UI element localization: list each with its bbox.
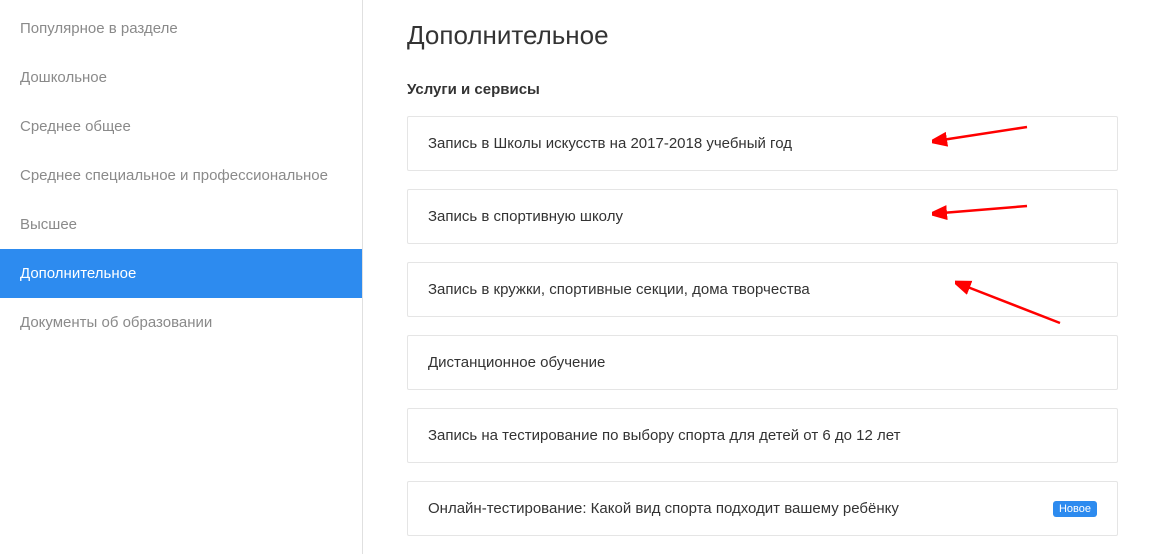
service-card-online-testing[interactable]: Онлайн-тестирование: Какой вид спорта по… xyxy=(407,481,1118,536)
annotation-arrow-3 xyxy=(955,268,1065,328)
new-badge: Новое xyxy=(1053,501,1097,517)
service-card-distance-learning[interactable]: Дистанционное обучение xyxy=(407,335,1118,390)
service-card-sport-testing[interactable]: Запись на тестирование по выбору спорта … xyxy=(407,408,1118,463)
annotation-arrow-1 xyxy=(932,122,1032,152)
sidebar-item-higher[interactable]: Высшее xyxy=(0,200,362,249)
service-label: Онлайн-тестирование: Какой вид спорта по… xyxy=(428,500,899,517)
sidebar-item-general-secondary[interactable]: Среднее общее xyxy=(0,102,362,151)
service-label: Запись в спортивную школу xyxy=(428,208,623,225)
sidebar-item-popular[interactable]: Популярное в разделе xyxy=(0,4,362,53)
sidebar-item-special-professional[interactable]: Среднее специальное и профессиональное xyxy=(0,151,362,200)
sidebar: Популярное в разделе Дошкольное Среднее … xyxy=(0,0,363,554)
section-title: Услуги и сервисы xyxy=(407,81,1118,98)
sidebar-item-additional[interactable]: Дополнительное xyxy=(0,249,362,298)
annotation-arrow-2 xyxy=(932,198,1032,228)
page-title: Дополнительное xyxy=(407,20,1118,51)
service-label: Запись на тестирование по выбору спорта … xyxy=(428,427,900,444)
service-label: Запись в Школы искусств на 2017-2018 уче… xyxy=(428,135,792,152)
service-label: Дистанционное обучение xyxy=(428,354,605,371)
service-label: Запись в кружки, спортивные секции, дома… xyxy=(428,281,810,298)
sidebar-item-documents[interactable]: Документы об образовании xyxy=(0,298,362,347)
sidebar-item-preschool[interactable]: Дошкольное xyxy=(0,53,362,102)
